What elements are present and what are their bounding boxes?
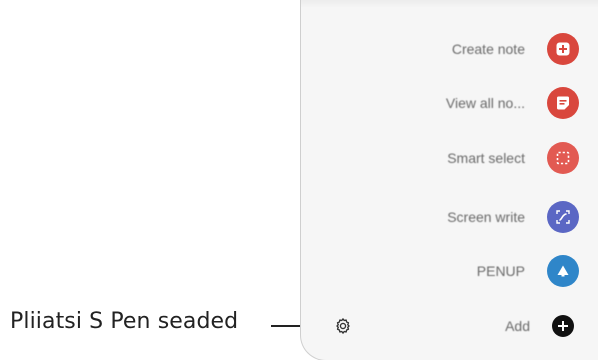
air-command-panel: Create note View all no... Smart select … xyxy=(300,0,598,360)
menu-item-add[interactable]: Add xyxy=(301,300,598,352)
menu-item-label: Smart select xyxy=(447,150,525,166)
menu-item-label: View all no... xyxy=(445,95,525,111)
penup-icon xyxy=(547,255,579,287)
menu-item-smart-select[interactable]: Smart select xyxy=(301,132,598,184)
menu-item-label: Screen write xyxy=(447,209,525,225)
create-note-icon xyxy=(547,33,579,65)
menu-item-label: PENUP xyxy=(476,263,525,279)
add-icon xyxy=(552,315,574,337)
menu-item-screen-write[interactable]: Screen write xyxy=(301,191,598,243)
screen: Pliiatsi S Pen seaded Create note View a… xyxy=(0,0,598,360)
view-all-notes-icon xyxy=(547,87,579,119)
screen-write-icon xyxy=(547,201,579,233)
callout-label: Pliiatsi S Pen seaded xyxy=(10,309,239,334)
menu-item-penup[interactable]: PENUP xyxy=(301,245,598,297)
menu-item-create-note[interactable]: Create note xyxy=(301,23,598,75)
menu-item-view-all-notes[interactable]: View all no... xyxy=(301,77,598,129)
menu-item-label: Add xyxy=(505,318,530,334)
smart-select-icon xyxy=(547,142,579,174)
menu-item-label: Create note xyxy=(451,41,525,57)
